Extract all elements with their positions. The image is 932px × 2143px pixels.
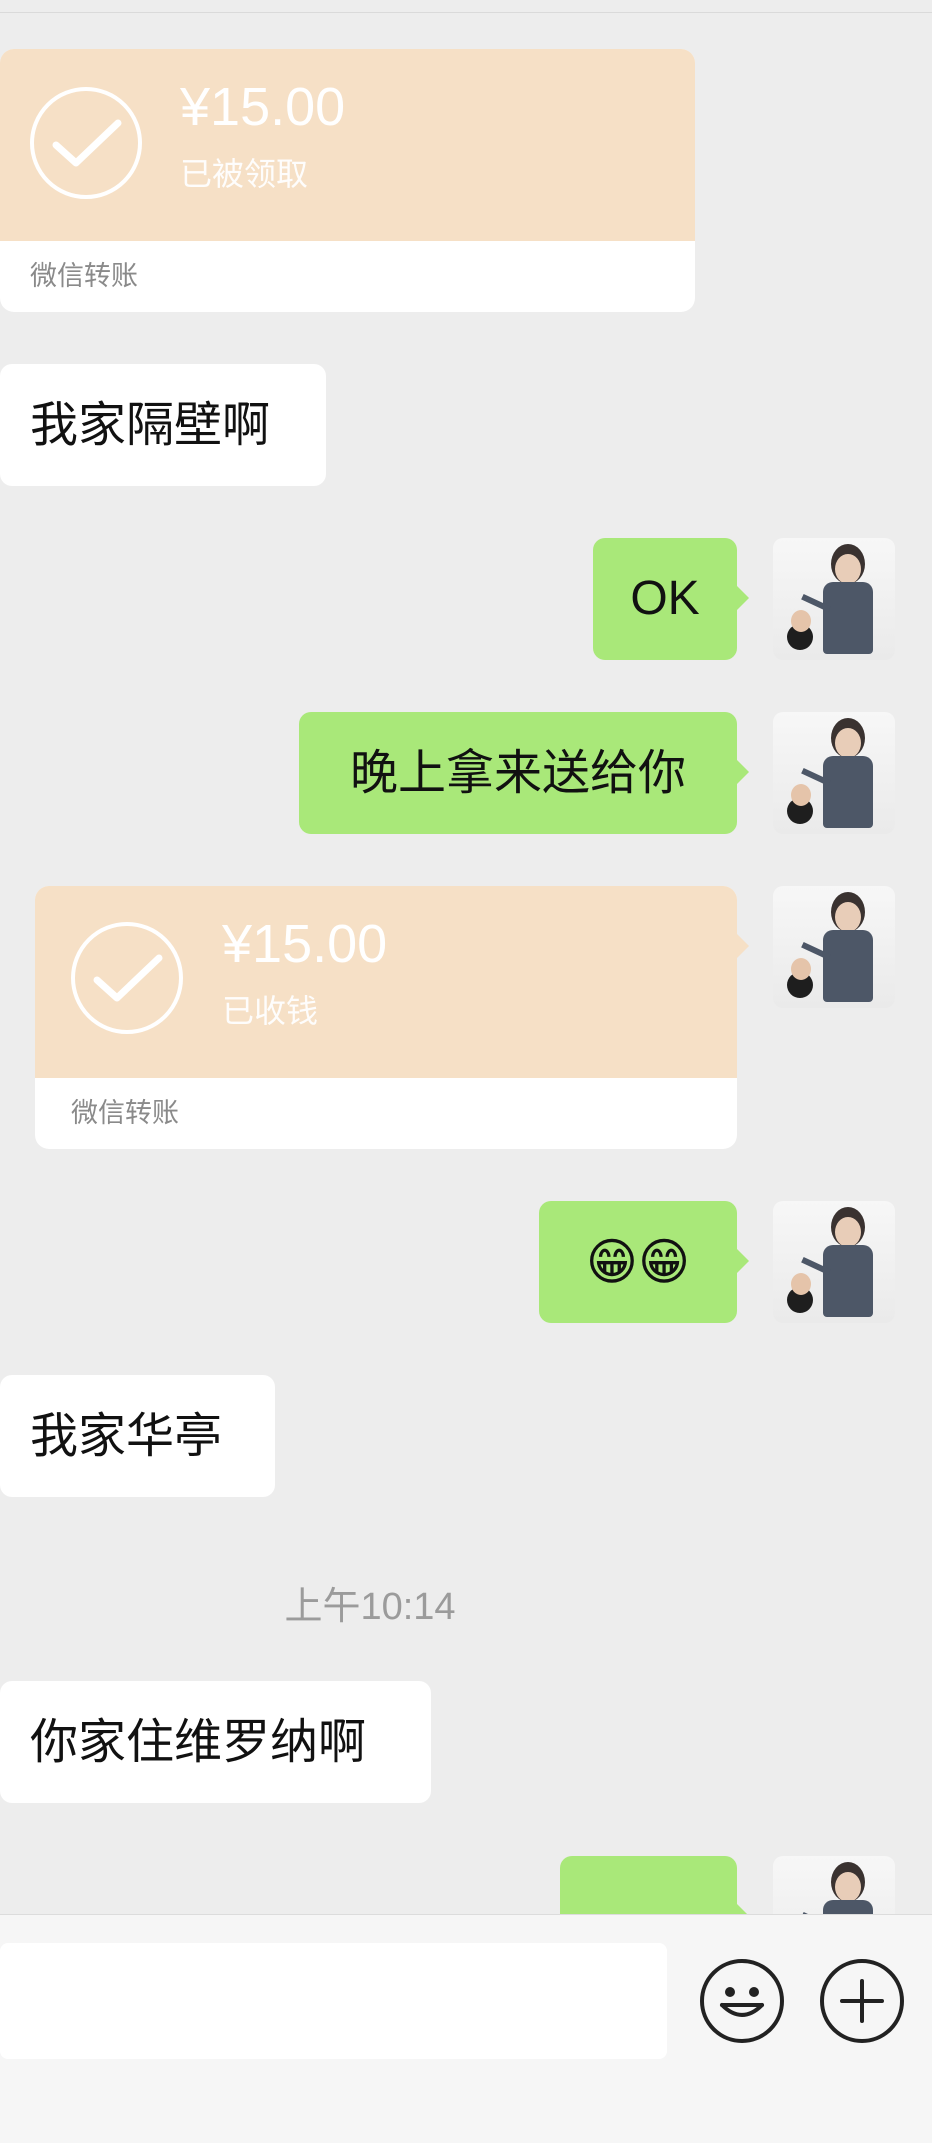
transfer-status: 已被领取 [180,155,309,193]
transfer-card-received[interactable]: ¥15.00 已被领取 微信转账 [0,49,695,312]
message-timestamp: 上午10:14 [284,1586,456,1628]
transfer-label: 微信转账 [30,261,138,292]
user-avatar[interactable] [773,712,895,834]
user-avatar[interactable] [773,1201,895,1323]
sent-emoji-bubble[interactable]: 😁😁 [539,1201,749,1323]
sent-message-bubble[interactable]: 晚上拿来送给你 [299,712,749,834]
transfer-status: 已收钱 [222,992,319,1030]
user-avatar[interactable] [773,886,895,1008]
received-message-bubble[interactable]: 我家华亭 [0,1375,275,1497]
sent-message-bubble[interactable]: OK [593,538,749,660]
transfer-amount: ¥15.00 [222,914,388,974]
transfer-card-sent-wrapper: ¥15.00 已收钱 微信转账 [35,886,749,1149]
check-circle-icon [30,87,142,199]
message-input[interactable] [0,1943,667,2059]
transfer-amount: ¥15.00 [180,77,346,137]
check-circle-icon [71,922,183,1034]
user-avatar[interactable] [773,538,895,660]
smiley-icon[interactable] [700,1959,784,2043]
transfer-card-header: ¥15.00 已被领取 [0,49,695,241]
transfer-card-sent[interactable]: ¥15.00 已收钱 微信转账 [35,886,737,1149]
header-divider [0,12,932,13]
transfer-card-header: ¥15.00 已收钱 [35,886,737,1078]
received-message-bubble[interactable]: 你家住维罗纳啊 [0,1681,431,1803]
plus-circle-icon[interactable] [820,1959,904,2043]
chat-input-bar [0,1914,932,2143]
transfer-label: 微信转账 [71,1098,179,1129]
received-message-bubble[interactable]: 我家隔壁啊 [0,364,326,486]
